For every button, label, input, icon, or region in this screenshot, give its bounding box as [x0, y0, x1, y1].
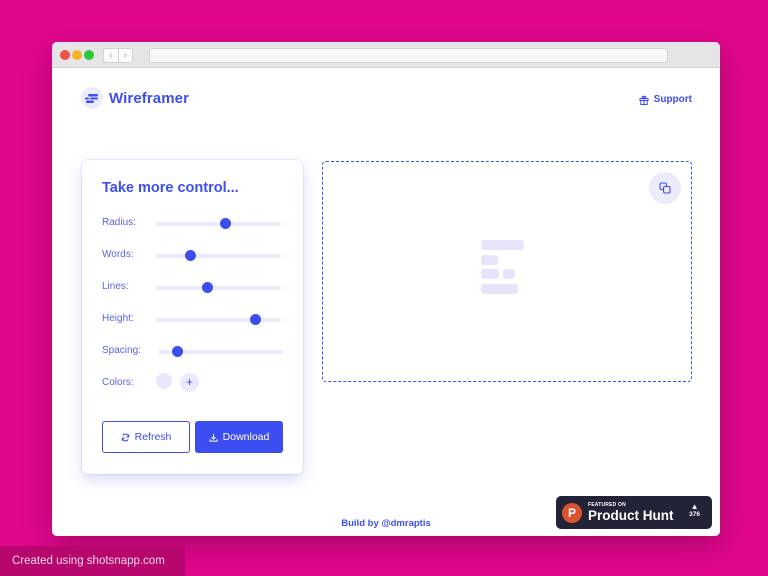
colors-label: Colors: — [102, 377, 134, 388]
slider-thumb[interactable] — [202, 282, 214, 293]
browser-window: ‹ › Wireframer Support Take more control… — [52, 42, 720, 536]
upvote-icon: ▲ — [690, 502, 699, 511]
support-label: Support — [653, 94, 692, 105]
vote-count: 376 — [689, 511, 700, 518]
gift-icon — [639, 95, 649, 105]
slider-track — [156, 254, 281, 258]
slider-label: Height: — [102, 313, 134, 324]
skeleton-line — [481, 284, 518, 294]
back-button[interactable]: ‹ — [104, 49, 119, 62]
minimize-window-button[interactable] — [72, 50, 82, 60]
refresh-icon — [121, 433, 129, 441]
slider-row-height: Height: — [102, 312, 283, 328]
refresh-label: Refresh — [134, 431, 172, 443]
slider-label: Lines: — [102, 281, 129, 292]
lines-slider[interactable] — [156, 281, 281, 295]
controls-panel: Take more control... Radius: Words: Line… — [82, 160, 303, 474]
slider-track — [156, 286, 281, 290]
skeleton-line — [481, 255, 498, 265]
slider-track — [156, 318, 281, 322]
upvote-count: ▲ 376 — [689, 502, 700, 518]
forward-button[interactable]: › — [119, 49, 133, 62]
slider-thumb[interactable] — [184, 250, 196, 261]
download-icon — [209, 433, 218, 442]
slider-thumb[interactable] — [219, 218, 231, 229]
color-swatch[interactable] — [156, 373, 172, 389]
product-hunt-name: Product Hunt — [588, 508, 674, 523]
slider-row-lines: Lines: — [102, 280, 283, 296]
slider-row-radius: Radius: — [102, 216, 283, 232]
skeleton-line — [481, 269, 499, 279]
browser-titlebar: ‹ › — [52, 42, 720, 68]
wireframer-logo-icon — [81, 87, 103, 109]
copy-icon — [659, 182, 671, 194]
maximize-window-button[interactable] — [84, 50, 94, 60]
address-bar[interactable] — [149, 48, 668, 63]
slider-thumb[interactable] — [171, 346, 183, 357]
words-slider[interactable] — [156, 249, 281, 263]
colors-row: Colors: + — [102, 373, 283, 392]
slider-thumb[interactable] — [249, 314, 261, 325]
skeleton-line — [481, 240, 524, 250]
product-hunt-logo-icon: P — [562, 502, 582, 523]
app-name: Wireframer — [109, 89, 190, 107]
spacing-slider[interactable] — [158, 345, 283, 359]
page: Wireframer Support Take more control... … — [52, 68, 720, 536]
slider-label: Radius: — [102, 217, 136, 228]
height-slider[interactable] — [156, 313, 281, 327]
wireframe-preview — [322, 161, 692, 382]
panel-title: Take more control... — [102, 180, 239, 196]
watermark: Created using shotsnapp.com — [0, 546, 185, 576]
slider-label: Spacing: — [102, 345, 141, 356]
download-label: Download — [222, 431, 270, 443]
slider-row-words: Words: — [102, 248, 283, 264]
app-logo[interactable]: Wireframer — [81, 87, 189, 109]
slider-track — [156, 222, 281, 226]
skeleton-line — [503, 269, 515, 279]
slider-row-spacing: Spacing: — [102, 344, 283, 360]
browser-nav: ‹ › — [103, 48, 133, 63]
support-link[interactable]: Support — [639, 94, 692, 105]
product-hunt-text: FEATURED ON Product Hunt — [588, 502, 674, 523]
download-button[interactable]: Download — [195, 421, 283, 453]
add-color-button[interactable]: + — [180, 373, 199, 392]
close-window-button[interactable] — [60, 50, 70, 60]
radius-slider[interactable] — [156, 217, 281, 231]
product-hunt-badge[interactable]: P FEATURED ON Product Hunt ▲ 376 — [556, 496, 712, 529]
copy-button[interactable] — [649, 172, 681, 204]
refresh-button[interactable]: Refresh — [102, 421, 190, 453]
slider-label: Words: — [102, 249, 134, 260]
